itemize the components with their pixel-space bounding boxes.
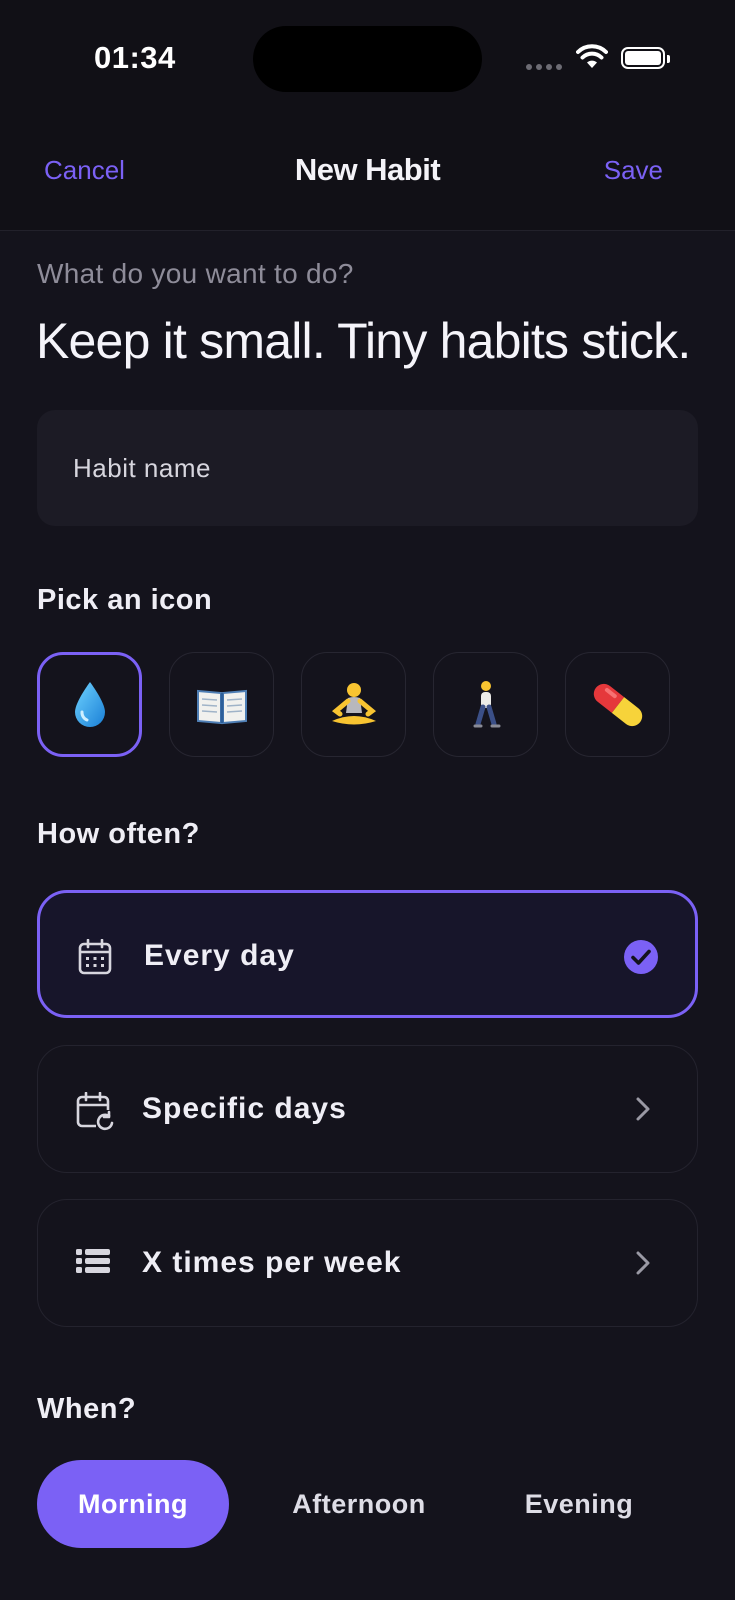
frequency-option-label: Specific days bbox=[142, 1092, 347, 1125]
icon-option-meditation[interactable] bbox=[301, 652, 406, 757]
icon-option-book[interactable] bbox=[169, 652, 274, 757]
frequency-section-label: How often? bbox=[37, 818, 200, 850]
icon-option-water[interactable] bbox=[37, 652, 142, 757]
wifi-icon bbox=[576, 44, 608, 68]
time-option-evening[interactable]: Evening bbox=[489, 1460, 669, 1548]
water-drop-icon bbox=[74, 681, 105, 727]
frequency-option-specific-days[interactable]: Specific days bbox=[37, 1045, 698, 1173]
frequency-option-label: X times per week bbox=[142, 1246, 402, 1279]
pill-icon bbox=[593, 683, 642, 726]
habit-name-input[interactable] bbox=[37, 410, 698, 526]
calendar-repeat-icon bbox=[76, 1092, 114, 1131]
list-icon bbox=[76, 1249, 110, 1273]
frequency-option-times-per-week[interactable]: X times per week bbox=[37, 1199, 698, 1327]
chevron-right-icon bbox=[636, 1097, 650, 1121]
time-of-day-selector: Morning Afternoon Evening bbox=[37, 1460, 669, 1548]
save-button[interactable]: Save bbox=[604, 155, 663, 186]
time-option-morning[interactable]: Morning bbox=[37, 1460, 229, 1548]
time-option-afternoon[interactable]: Afternoon bbox=[229, 1460, 489, 1548]
meditation-icon bbox=[331, 682, 376, 724]
nav-bar: Cancel New Habit Save bbox=[0, 120, 735, 231]
frequency-option-label: Every day bbox=[144, 939, 295, 972]
when-section-label: When? bbox=[37, 1393, 137, 1425]
status-time: 01:34 bbox=[94, 40, 176, 75]
icon-section-label: Pick an icon bbox=[37, 584, 213, 616]
dynamic-island bbox=[253, 26, 482, 92]
calendar-icon bbox=[78, 939, 112, 975]
signal-icon bbox=[526, 64, 562, 70]
headline: Keep it small. Tiny habits stick. bbox=[36, 313, 691, 369]
icon-option-walking[interactable] bbox=[433, 652, 538, 757]
check-circle-icon bbox=[624, 940, 658, 974]
prompt-text: What do you want to do? bbox=[37, 258, 354, 289]
open-book-icon bbox=[196, 689, 247, 724]
frequency-option-every-day[interactable]: Every day bbox=[37, 890, 698, 1018]
icon-picker bbox=[37, 652, 670, 757]
icon-option-pill[interactable] bbox=[565, 652, 670, 757]
walking-icon bbox=[473, 680, 500, 727]
battery-icon bbox=[621, 47, 670, 69]
status-bar: 01:34 bbox=[0, 0, 735, 120]
chevron-right-icon bbox=[636, 1251, 650, 1275]
